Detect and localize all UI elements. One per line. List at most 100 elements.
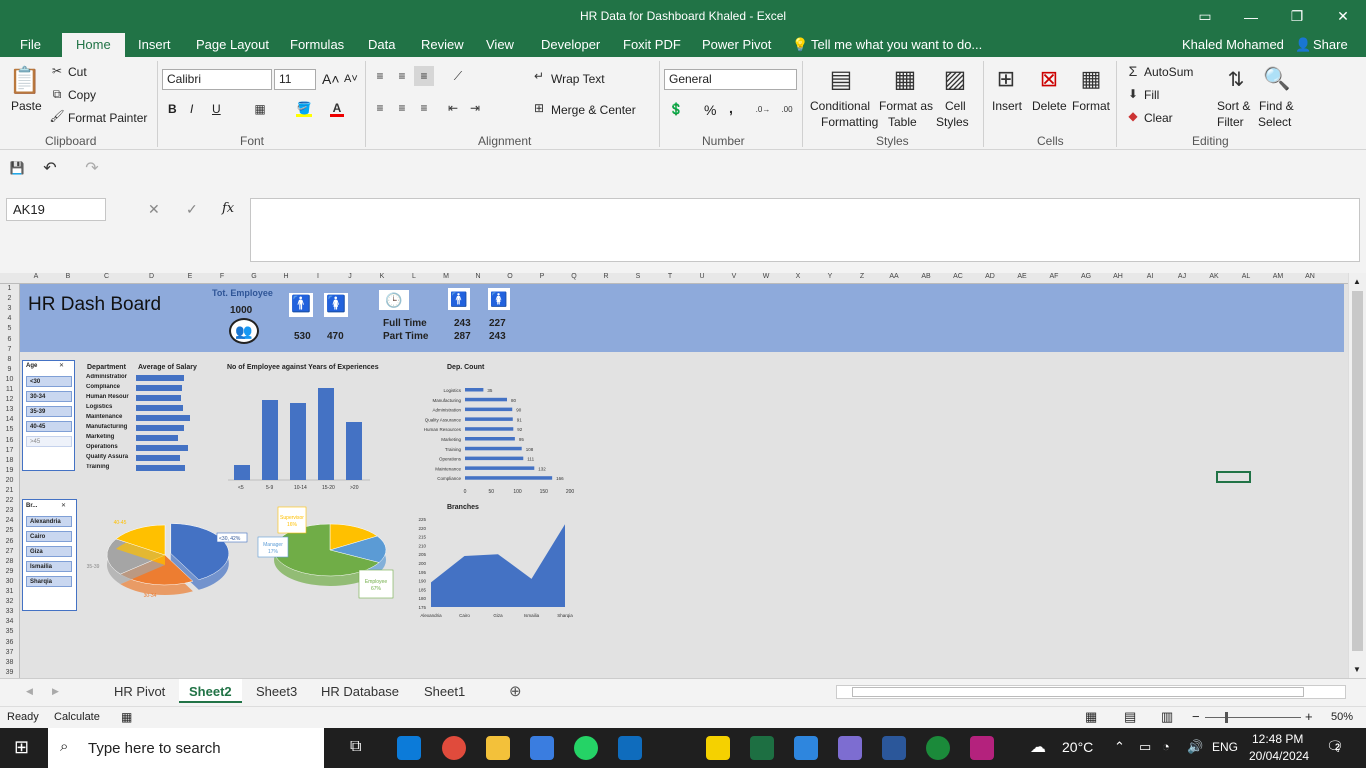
page-layout-view-icon[interactable]: ▤ [1124,709,1136,725]
wifi-icon[interactable]: ◔ [1162,739,1170,754]
next-sheet-icon[interactable]: ▶ [52,686,59,697]
excel-taskbar-icon[interactable] [750,736,774,760]
dep-count-category-label: Human Resources [424,427,462,432]
dep-count-category-label: Manufacturing [432,398,461,403]
dep-count-bar [465,407,513,412]
branches-tick-label: 200 [418,561,426,566]
branches-area [431,524,565,607]
dep-count-bar [465,388,484,392]
status-ready: Ready [7,711,39,723]
zoom-level[interactable]: 50% [1331,711,1353,723]
branches-tick-label: 190 [418,579,426,584]
add-sheet-icon[interactable]: ⊕ [509,682,522,700]
zoom-slider[interactable] [1205,717,1301,718]
edge-icon[interactable] [397,736,421,760]
sheet-tab-sheet3[interactable]: Sheet3 [256,684,297,699]
windows-start-icon[interactable]: ⊞ [14,737,29,758]
horizontal-scroll-thumb[interactable] [852,687,1304,697]
zoom-slider-thumb[interactable] [1225,712,1228,723]
dep-count-bar [465,427,514,431]
branches-category-label: Sharqia [557,613,573,618]
status-bar: Ready Calculate ▦ ▦ ▤ ▥ − + 50% [0,706,1366,728]
experience-tick-label: 5-9 [266,485,273,491]
dep-count-tick-label: 50 [488,489,494,495]
taskbar-search[interactable]: ⌕ Type here to search [48,728,324,768]
dep-count-tick-label: 100 [513,489,522,495]
branches-tick-label: 210 [418,543,426,548]
experience-bar [290,403,306,480]
branches-tick-label: 225 [418,517,426,522]
show-hidden-icons[interactable]: ⌃ [1114,739,1125,755]
dep-count-tick-label: 150 [540,489,549,495]
dep-count-category-label: Compliance [437,476,461,481]
sheet-tab-hr-database[interactable]: HR Database [321,684,399,699]
language-indicator[interactable]: ENG [1212,740,1238,754]
sheet-tab-hr-pivot[interactable]: HR Pivot [114,684,165,699]
file-explorer-icon[interactable] [486,736,510,760]
charts-layer: <5 5-9 10-14 15-20 >20 Logistics 35 Manufacturi… [87,388,574,618]
vertical-scrollbar[interactable]: ▲ ▼ [1348,273,1366,678]
task-view-icon[interactable]: ⧉ [350,738,361,756]
normal-view-icon[interactable]: ▦ [1085,709,1097,725]
clock-date[interactable]: 20/04/2024 [1249,749,1309,763]
notification-count: 2 [1335,742,1341,752]
dep-count-value-label: 108 [526,447,534,452]
word-icon[interactable] [882,736,906,760]
branches-tick-label: 175 [418,605,426,610]
branches-tick-label: 195 [418,570,426,575]
dep-count-value-label: 95 [519,437,525,442]
age-pie-label: 30-34 [144,593,157,599]
paint-icon[interactable] [838,736,862,760]
branches-tick-label: 180 [418,596,426,601]
dep-count-category-label: Marketing [441,437,461,442]
experience-bar [318,388,334,480]
zoom-in-icon[interactable]: + [1305,709,1313,724]
position-pie-pct: 67% [371,586,382,592]
position-pie-label: Employee [365,579,387,585]
temperature[interactable]: 20°C [1062,739,1093,755]
chrome-icon[interactable] [442,736,466,760]
dep-count-category-label: Quality Assurance [425,417,462,422]
prev-sheet-icon[interactable]: ◀ [26,686,33,697]
mail-icon[interactable] [794,736,818,760]
network-icon[interactable]: ▭ [1139,739,1151,755]
volume-icon[interactable]: 🔊 [1187,739,1203,755]
taskbar: ⊞ ⌕ Type here to search ⧉ ☁ 20°C ⌃ ▭ ◔ 🔊… [0,728,1366,768]
foxit-icon[interactable] [970,736,994,760]
clock-time[interactable]: 12:48 PM [1252,732,1303,746]
experience-bar [346,422,362,480]
outlook-icon[interactable] [618,736,642,760]
taskbar-search-placeholder: Type here to search [88,740,221,757]
dep-count-category-label: Maintenance [435,466,461,471]
sheet-tab-sheet2[interactable]: Sheet2 [179,679,242,703]
experience-bar [234,465,250,480]
whatsapp-icon[interactable] [574,736,598,760]
page-break-view-icon[interactable]: ▥ [1161,709,1173,725]
branches-category-label: Giza [493,613,503,618]
dep-count-value-label: 90 [516,408,522,413]
app-icon[interactable] [926,736,950,760]
macro-record-icon[interactable]: ▦ [121,710,132,724]
zoom-out-icon[interactable]: − [1192,709,1200,724]
experience-tick-label: >20 [350,485,359,491]
experience-bar [262,400,278,480]
branches-tick-label: 220 [418,526,426,531]
scroll-down-icon[interactable]: ▼ [1353,665,1361,674]
scroll-up-icon[interactable]: ▲ [1353,277,1361,286]
age-pie-label: 35-39 [87,564,100,570]
status-calculate[interactable]: Calculate [54,711,100,723]
dep-count-value-label: 91 [517,417,523,422]
experience-tick-label: 15-20 [322,485,335,491]
experience-tick-label: <5 [238,485,244,491]
branches-category-label: Cairo [459,613,470,618]
sheet-tabs-bar: ◀ ▶ HR Pivot Sheet2 Sheet3 HR Database S… [0,678,1366,706]
weather-icon[interactable]: ☁ [1030,737,1046,757]
sheet-tab-sheet1[interactable]: Sheet1 [424,684,465,699]
scroll-thumb[interactable] [1352,291,1363,651]
search-icon: ⌕ [60,738,69,755]
dep-count-tick-label: 0 [464,489,467,495]
store-icon[interactable] [530,736,554,760]
sticky-notes-icon[interactable] [706,736,730,760]
experience-tick-label: 10-14 [294,485,307,491]
dep-count-category-label: Administration [432,408,461,413]
